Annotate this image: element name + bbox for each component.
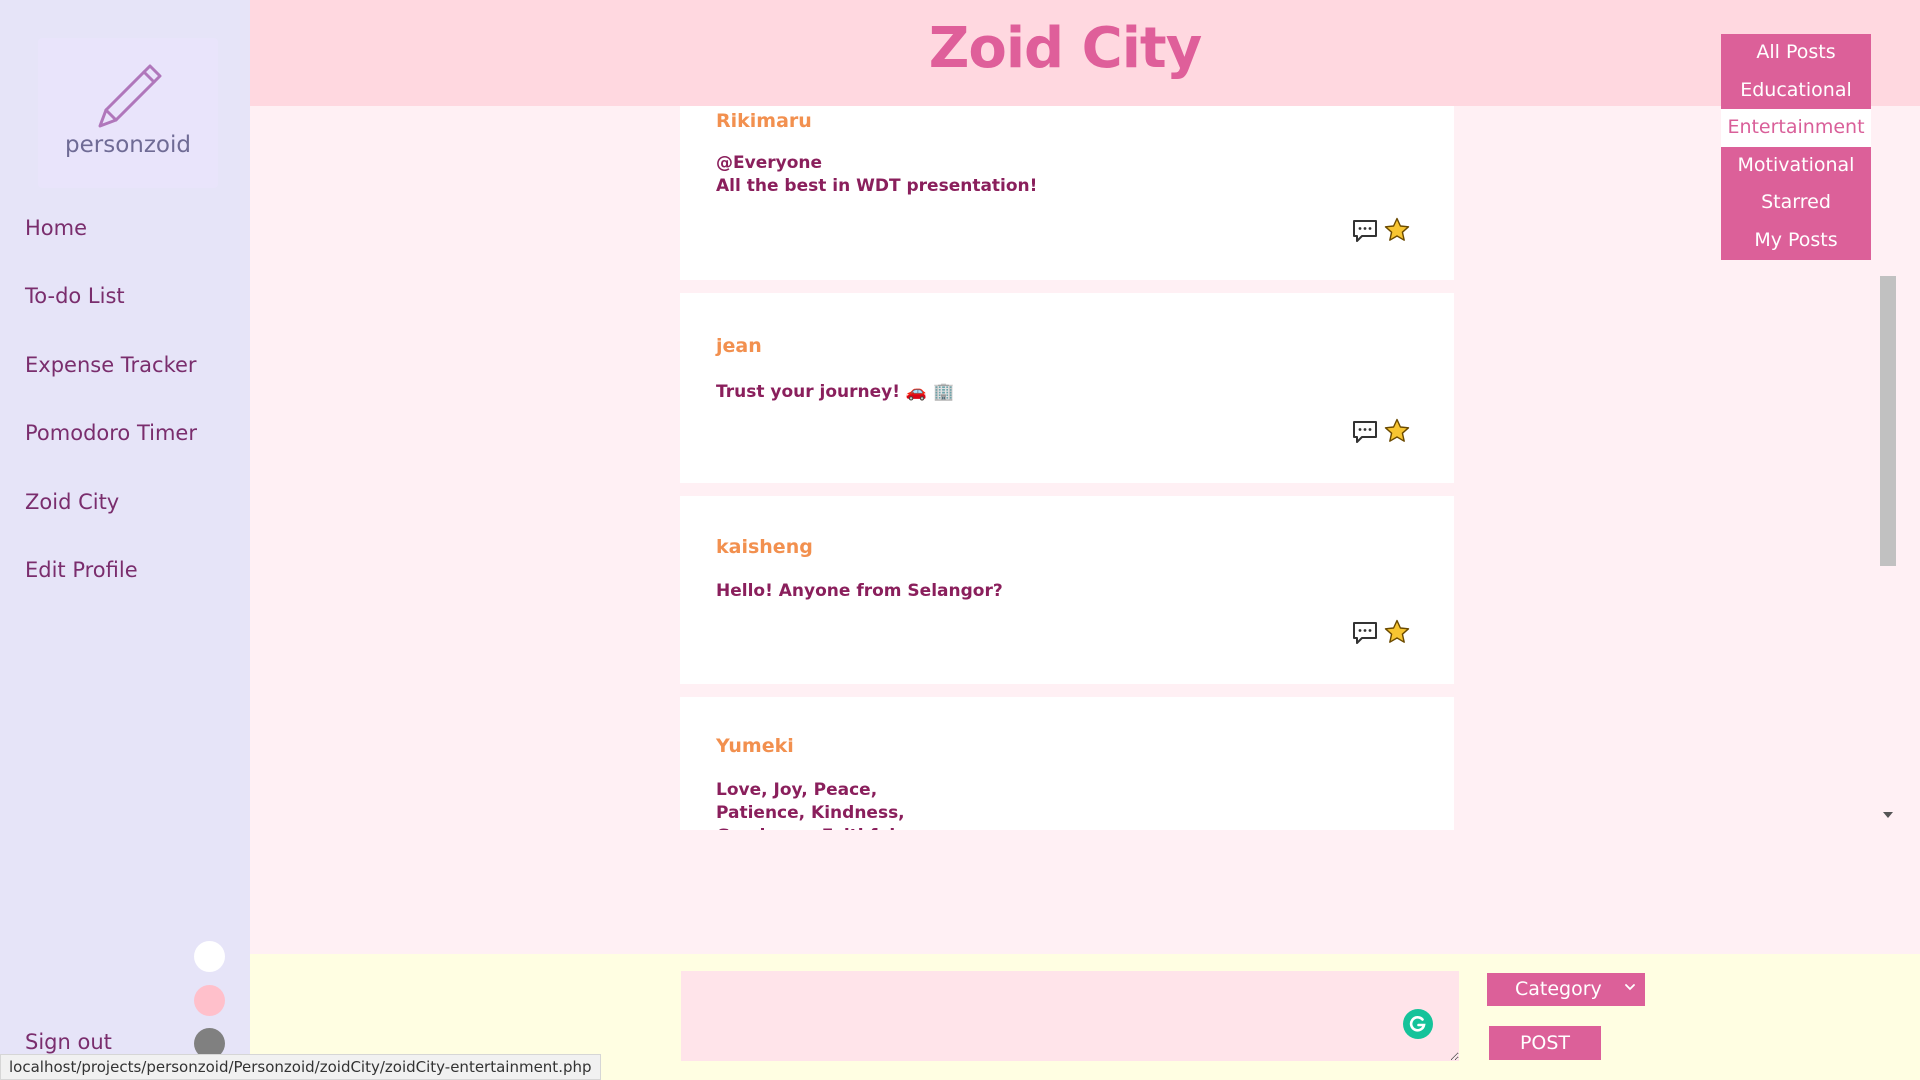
theme-white-dot[interactable] xyxy=(194,941,225,972)
comment-icon[interactable] xyxy=(1352,621,1378,645)
category-starred[interactable]: Starred xyxy=(1721,184,1871,222)
nav-pomodoro-timer[interactable]: Pomodoro Timer xyxy=(25,421,197,445)
post-card: kaisheng Hello! Anyone from Selangor? xyxy=(680,496,1454,684)
post-button[interactable]: POST xyxy=(1489,1026,1601,1060)
comment-icon[interactable] xyxy=(1352,219,1378,243)
category-select-label: Category xyxy=(1515,978,1602,1000)
star-icon[interactable] xyxy=(1384,619,1410,645)
nav-zoid-city[interactable]: Zoid City xyxy=(25,490,119,514)
post-feed: Rikimaru @Everyone All the best in WDT p… xyxy=(680,106,1454,830)
star-icon[interactable] xyxy=(1384,217,1410,243)
page-title: Zoid City xyxy=(928,16,1202,81)
category-select[interactable]: Category xyxy=(1487,973,1645,1006)
nav-todo-list[interactable]: To-do List xyxy=(25,284,125,308)
post-body: Hello! Anyone from Selangor? xyxy=(716,581,1003,601)
nav-home[interactable]: Home xyxy=(25,216,87,240)
post-actions xyxy=(1352,217,1412,245)
scroll-thumb[interactable] xyxy=(1880,276,1896,566)
post-username[interactable]: jean xyxy=(716,335,762,357)
feed-scrollbar[interactable] xyxy=(1878,106,1898,830)
sidebar: personzoid Home To-do List Expense Track… xyxy=(0,0,250,1080)
header: Zoid City xyxy=(250,0,1920,106)
theme-pink-dot[interactable] xyxy=(194,985,225,1016)
post-username[interactable]: kaisheng xyxy=(716,536,813,558)
post-card: Yumeki Love, Joy, Peace, Patience, Kindn… xyxy=(680,697,1454,830)
logo-text: personzoid xyxy=(65,132,191,158)
status-bar-url: localhost/projects/personzoid/Personzoid… xyxy=(0,1054,601,1080)
grammarly-icon[interactable] xyxy=(1403,1009,1433,1039)
post-actions xyxy=(1352,619,1412,647)
star-icon[interactable] xyxy=(1384,418,1410,444)
chevron-down-icon xyxy=(1625,984,1635,991)
post-body: @Everyone All the best in WDT presentati… xyxy=(716,153,1038,196)
category-my-posts[interactable]: My Posts xyxy=(1721,221,1871,260)
category-educational[interactable]: Educational xyxy=(1721,71,1871,110)
post-body: Trust your journey! 🚗 🏢 xyxy=(716,382,955,402)
post-actions xyxy=(1352,418,1412,446)
post-card: Rikimaru @Everyone All the best in WDT p… xyxy=(680,106,1454,280)
nav-edit-profile[interactable]: Edit Profile xyxy=(25,558,138,582)
signout-link[interactable]: Sign out xyxy=(25,1030,112,1054)
scroll-down-arrow-icon[interactable] xyxy=(1883,812,1893,818)
category-entertainment[interactable]: Entertainment xyxy=(1721,109,1871,147)
category-menu: All Posts Educational Entertainment Moti… xyxy=(1721,34,1871,260)
post-username[interactable]: Rikimaru xyxy=(716,110,812,132)
category-motivational[interactable]: Motivational xyxy=(1721,146,1871,185)
post-username[interactable]: Yumeki xyxy=(716,735,794,757)
nav-expense-tracker[interactable]: Expense Tracker xyxy=(25,353,197,377)
pencil-icon xyxy=(98,64,162,128)
comment-icon[interactable] xyxy=(1352,420,1378,444)
post-input[interactable] xyxy=(681,971,1459,1061)
post-card: jean Trust your journey! 🚗 🏢 xyxy=(680,293,1454,483)
logo[interactable]: personzoid xyxy=(38,38,218,188)
post-body: Love, Joy, Peace, Patience, Kindness, Go… xyxy=(716,780,905,830)
category-all-posts[interactable]: All Posts xyxy=(1721,34,1871,72)
